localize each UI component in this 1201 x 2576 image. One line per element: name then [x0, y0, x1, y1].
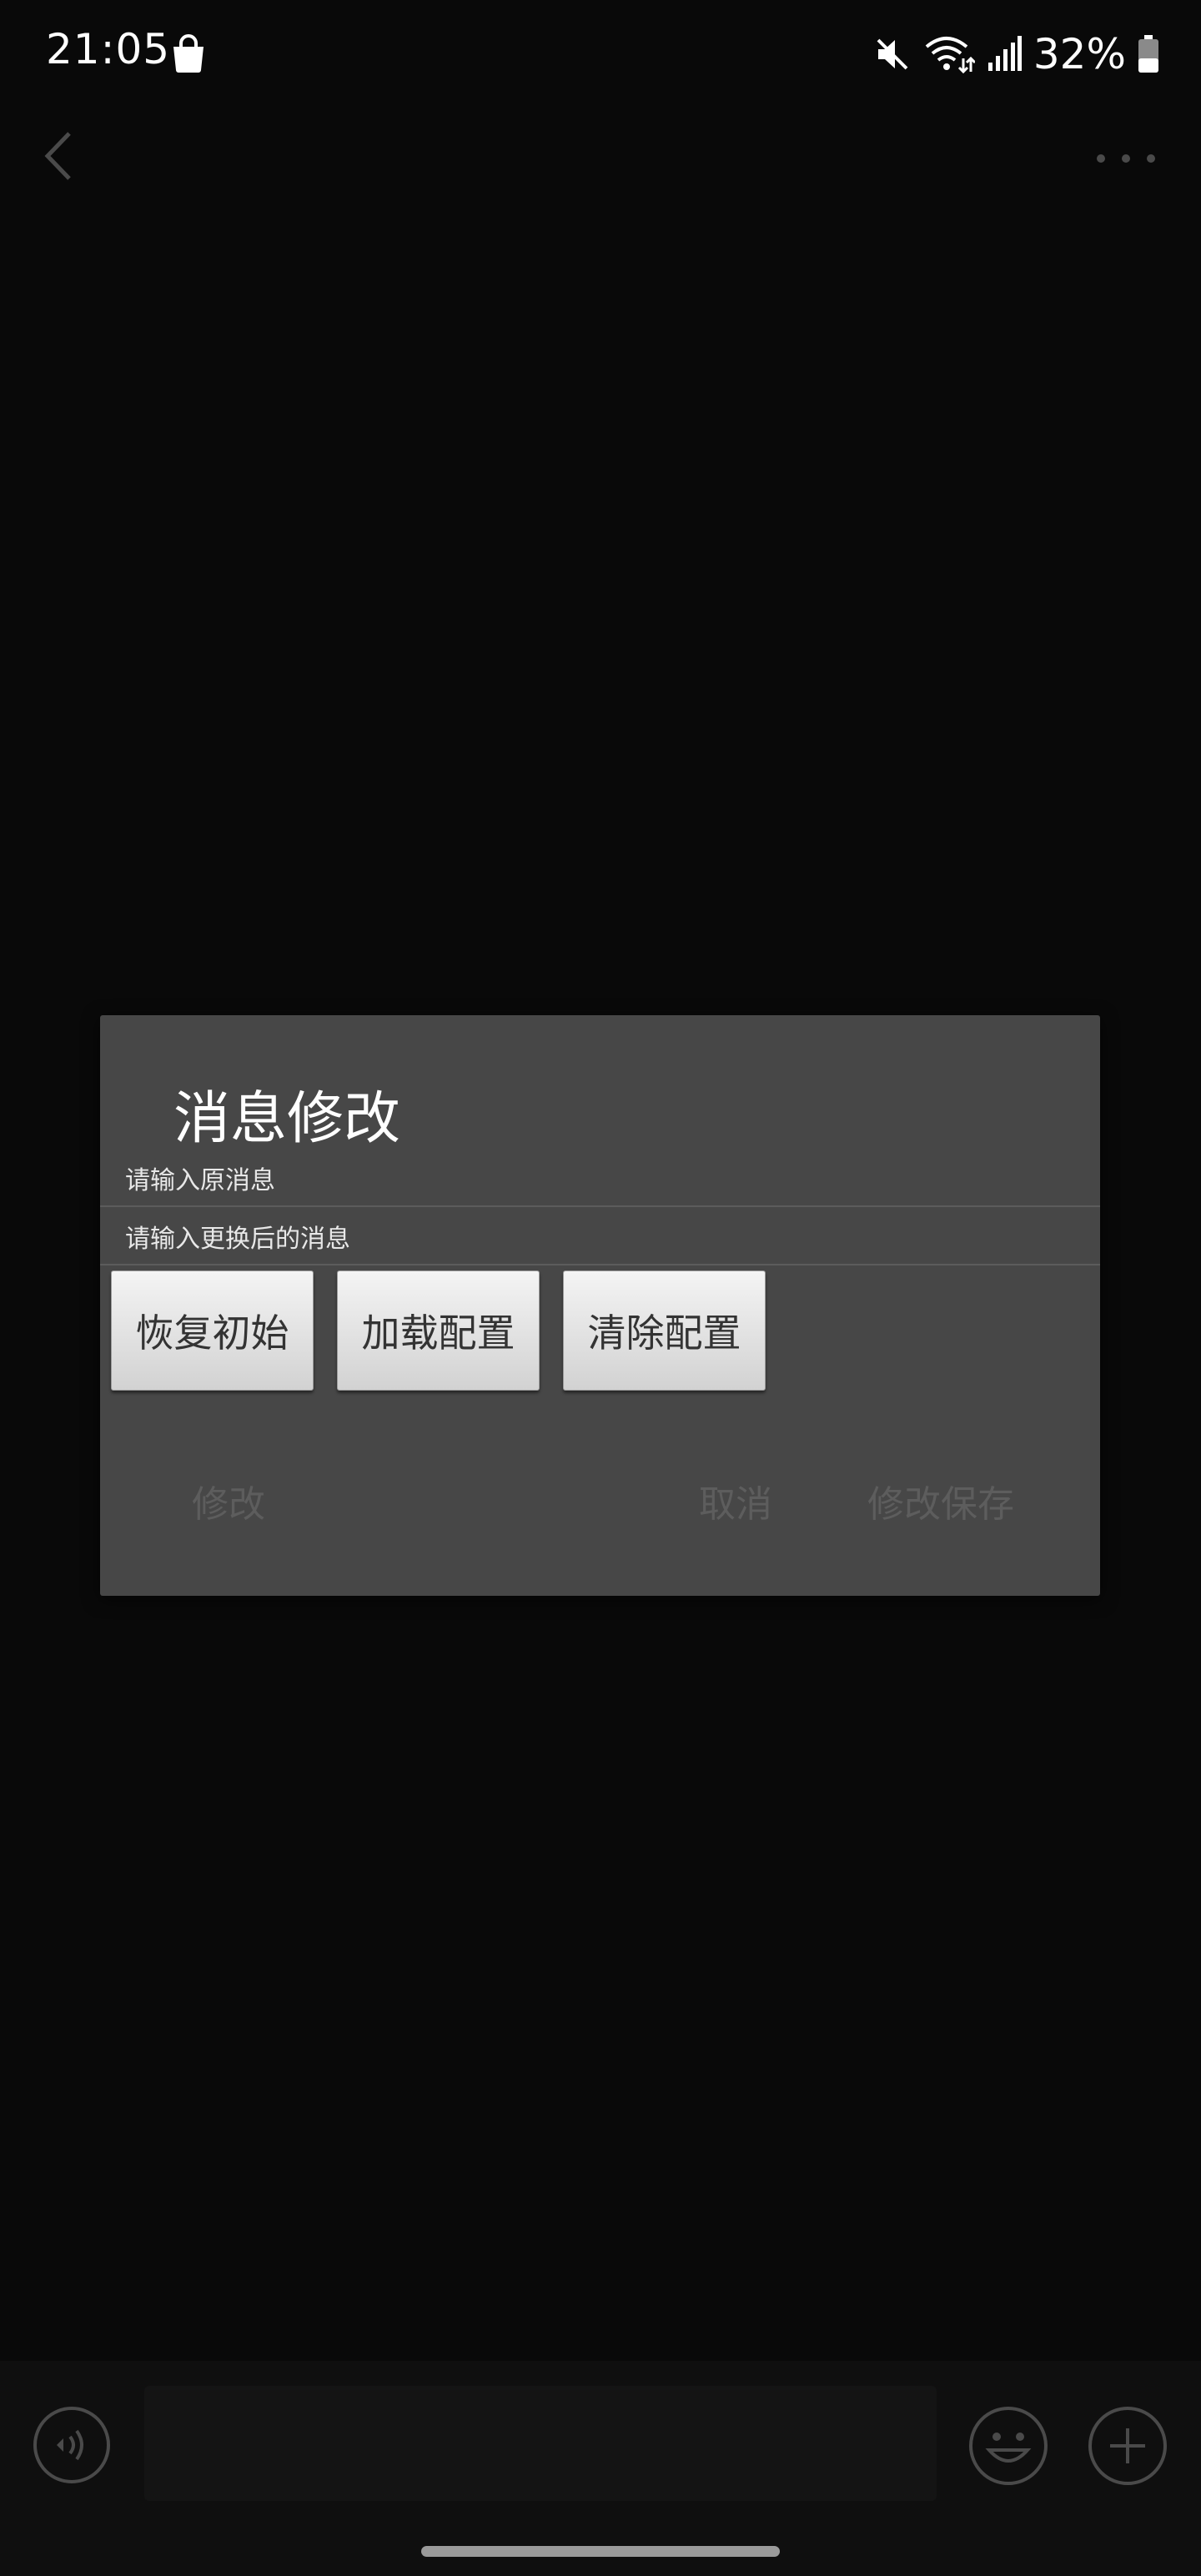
plus-circle-icon[interactable]: [1087, 2405, 1168, 2487]
dialog-title: 消息修改: [173, 1086, 401, 1152]
chat-screen: 21:05 32% 消息修改 请输入原消息 请输入更换后的消息 恢复初始 加载配…: [0, 0, 1201, 2576]
more-dots-icon[interactable]: [1093, 142, 1159, 175]
clear-config-button[interactable]: 清除配置: [563, 1270, 766, 1391]
message-input[interactable]: [144, 2386, 937, 2501]
cancel-button[interactable]: 取消: [699, 1474, 772, 1527]
modify-button[interactable]: 修改: [192, 1474, 265, 1527]
original-message-field[interactable]: 请输入原消息: [100, 1149, 1100, 1207]
status-icons: 32%: [873, 25, 1159, 83]
original-message-hint: 请输入原消息: [125, 1166, 275, 1195]
replacement-message-hint: 请输入更换后的消息: [125, 1225, 350, 1254]
restore-default-button[interactable]: 恢复初始: [111, 1270, 314, 1391]
battery-percent: 32%: [1033, 30, 1126, 78]
message-edit-dialog: 消息修改 请输入原消息 请输入更换后的消息 恢复初始 加载配置 清除配置 修改 …: [100, 1015, 1100, 1596]
save-changes-button[interactable]: 修改保存: [867, 1474, 1014, 1527]
voice-icon[interactable]: [32, 2405, 112, 2485]
status-time: 21:05: [46, 25, 171, 73]
emoji-icon[interactable]: [967, 2405, 1049, 2487]
signal-icon: [987, 36, 1022, 71]
mute-icon: [877, 38, 908, 70]
battery-icon: [1138, 35, 1158, 73]
load-config-button[interactable]: 加载配置: [337, 1270, 540, 1391]
replacement-message-field[interactable]: 请输入更换后的消息: [100, 1207, 1100, 1265]
shopping-bag-icon: [173, 34, 204, 73]
status-bar: 21:05 32%: [0, 0, 1201, 108]
home-indicator[interactable]: [421, 2546, 780, 2557]
back-icon[interactable]: [38, 125, 79, 188]
wifi-icon: [925, 37, 975, 74]
